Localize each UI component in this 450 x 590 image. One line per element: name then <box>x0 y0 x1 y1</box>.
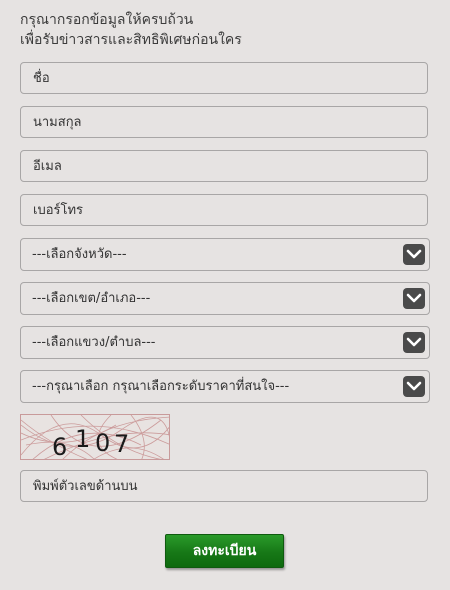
subdistrict-select[interactable]: ---เลือกแขวง/ตำบล--- <box>20 326 430 359</box>
register-button[interactable]: ลงทะเบียน <box>165 534 284 568</box>
province-select[interactable]: ---เลือกจังหวัด--- <box>20 238 430 271</box>
captcha-image: 6 1 0 7 <box>20 414 170 460</box>
captcha-digit: 7 <box>114 430 130 458</box>
captcha-digit: 0 <box>95 429 111 457</box>
chevron-down-icon[interactable] <box>403 332 425 353</box>
price-range-select-label: ---กรุณาเลือก กรุณาเลือกระดับราคาที่สนใจ… <box>32 379 290 394</box>
price-range-select[interactable]: ---กรุณาเลือก กรุณาเลือกระดับราคาที่สนใจ… <box>20 370 430 403</box>
heading-line-2: เพื่อรับข่าวสารและสิทธิพิเศษก่อนใคร <box>20 32 242 48</box>
captcha-digit: 1 <box>75 425 91 453</box>
heading-line-1: กรุณากรอกข้อมูลให้ครบถ้วน <box>20 12 194 28</box>
email-input[interactable] <box>20 150 428 182</box>
subdistrict-select-label: ---เลือกแขวง/ตำบล--- <box>32 335 156 350</box>
chevron-down-icon[interactable] <box>403 288 425 309</box>
chevron-down-icon[interactable] <box>403 244 425 265</box>
last-name-input[interactable] <box>20 106 428 138</box>
phone-input[interactable] <box>20 194 428 226</box>
captcha-digit: 6 <box>52 433 68 460</box>
district-select[interactable]: ---เลือกเขต/อำเภอ--- <box>20 282 430 315</box>
chevron-down-icon[interactable] <box>403 376 425 397</box>
captcha-input[interactable] <box>20 470 428 502</box>
province-select-label: ---เลือกจังหวัด--- <box>32 247 127 262</box>
first-name-input[interactable] <box>20 62 428 94</box>
form-heading: กรุณากรอกข้อมูลให้ครบถ้วน เพื่อรับข่าวสา… <box>20 10 430 50</box>
district-select-label: ---เลือกเขต/อำเภอ--- <box>32 291 151 306</box>
